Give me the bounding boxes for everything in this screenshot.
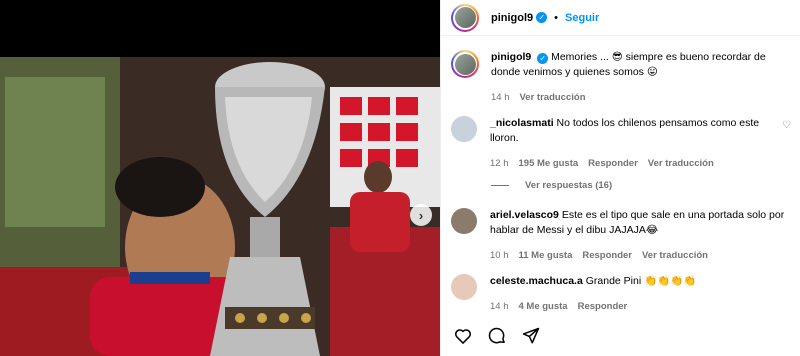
reply-button[interactable]: Responder [578, 299, 628, 314]
comment-icon[interactable] [487, 326, 507, 346]
comment-time[interactable]: 14 h [490, 299, 509, 314]
comment-item: celeste.machuca.a Grande Pini 👏👏👏👏 14 h … [451, 274, 796, 314]
comment-username[interactable]: celeste.machuca.a [490, 275, 583, 287]
share-icon[interactable] [521, 326, 541, 346]
post-media: › [0, 0, 440, 356]
post-details-panel: pinigol9 ✓ • Seguir pinigol9 ✓ Memories … [440, 0, 800, 356]
verified-icon: ✓ [537, 53, 549, 64]
caption: pinigol9 ✓ Memories ... 😎 siempre es bue… [451, 50, 796, 105]
translate-link[interactable]: Ver traducción [642, 248, 708, 263]
next-photo-button[interactable]: › [410, 204, 432, 226]
chevron-right-icon: › [418, 207, 424, 223]
post-photo [0, 57, 440, 356]
comment-time[interactable]: 12 h [490, 156, 509, 171]
verified-icon: ✓ [536, 12, 548, 23]
post-username[interactable]: pinigol9 [491, 12, 533, 24]
avatar[interactable] [451, 3, 479, 32]
separator-dot: • [554, 11, 559, 24]
caption-time[interactable]: 14 h [491, 90, 510, 105]
comment-item: ariel.velasco9 Este es el tipo que sale … [451, 208, 796, 263]
view-replies-label: Ver respuestas (16) [525, 180, 613, 191]
comment-username[interactable]: ariel.velasco9 [490, 209, 559, 221]
avatar[interactable] [451, 50, 479, 78]
avatar[interactable] [451, 208, 477, 234]
caption-username[interactable]: pinigol9 [491, 51, 531, 63]
heart-icon[interactable] [453, 326, 473, 346]
reply-button[interactable]: Responder [582, 248, 632, 263]
view-replies-button[interactable]: Ver respuestas (16) [491, 180, 612, 191]
comment-item: _nicolasmati No todos los chilenos pensa… [451, 116, 796, 171]
comment-likes[interactable]: 11 Me gusta [519, 248, 573, 263]
avatar[interactable] [451, 274, 477, 300]
reply-button[interactable]: Responder [588, 156, 638, 171]
comment-time[interactable]: 10 h [490, 248, 509, 263]
translate-link[interactable]: Ver traducción [520, 90, 586, 105]
caption-text: Memories ... 😎 siempre es bueno recordar… [491, 51, 766, 78]
follow-button[interactable]: Seguir [565, 12, 599, 24]
heart-icon[interactable]: ♡ [782, 120, 792, 131]
comment-likes[interactable]: 195 Me gusta [519, 156, 579, 171]
comment-text: Grande Pini 👏👏👏👏 [585, 275, 697, 287]
comment-likes[interactable]: 4 Me gusta [519, 299, 568, 314]
avatar[interactable] [451, 116, 477, 142]
trophy-photo-illustration [0, 57, 440, 356]
translate-link[interactable]: Ver traducción [648, 156, 714, 171]
comment-username[interactable]: _nicolasmati [490, 117, 554, 129]
post-actions [453, 326, 541, 346]
post-header: pinigol9 ✓ • Seguir [441, 0, 800, 36]
